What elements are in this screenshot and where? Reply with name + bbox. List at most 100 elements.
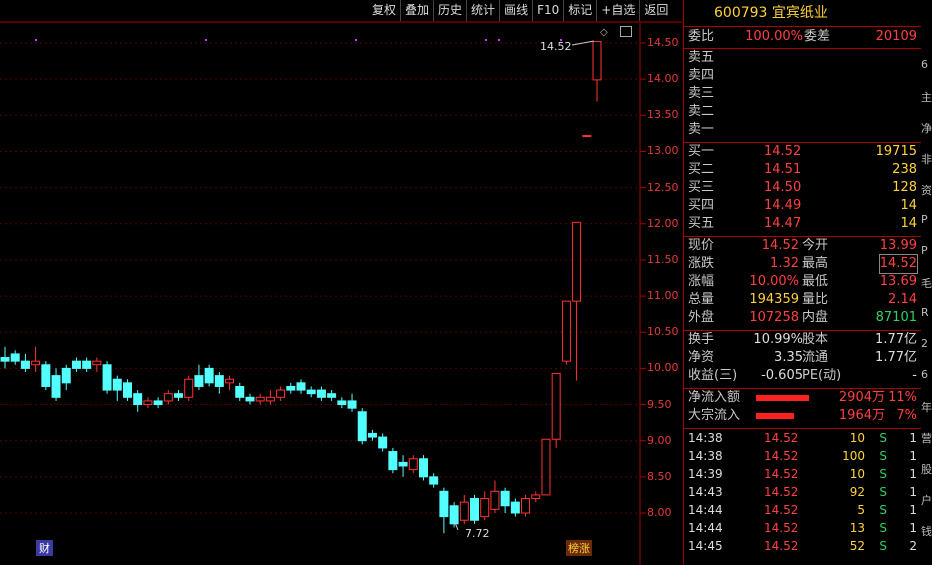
candle-body (194, 375, 204, 387)
price-axis-label: 10.50 (647, 325, 679, 339)
edge-fragment: 非 (921, 153, 932, 166)
candle-body (174, 393, 184, 398)
candle-body (500, 490, 510, 507)
sell-level-label: 卖五 (688, 50, 715, 65)
toolbar-mark-button[interactable]: 标记 (563, 0, 596, 21)
tick-row[interactable]: 14:44 14.52 13 S 1 (684, 519, 921, 537)
edge-fragment: 2 (921, 337, 928, 350)
tick-list[interactable]: 14:38 14.52 10 S 1 14:38 14.52 100 S 1 14:39 14.52 1… (684, 429, 921, 555)
stat-label: 最高 (802, 256, 829, 271)
stat-value: 2.14 (888, 292, 917, 307)
candle-body (102, 364, 112, 391)
candle-body (245, 396, 255, 402)
diamond-icon[interactable]: ◇ (600, 27, 608, 38)
flow-bar (756, 413, 794, 419)
tick-time: 14:38 (688, 449, 723, 463)
price-axis-label: 9.00 (647, 433, 672, 447)
candle-body (51, 375, 61, 398)
candle-body (255, 396, 265, 402)
candle-body (388, 451, 398, 471)
stat-value: 87101 (875, 310, 917, 325)
fundamental-label: 股本 (802, 332, 829, 347)
flow-percent: 11% (888, 390, 917, 405)
candlestick-chart[interactable] (0, 0, 682, 565)
candle-body (31, 360, 41, 366)
buy-level-label: 买三 (688, 180, 715, 195)
buy-level-row: 买四 14.49 14 (684, 197, 921, 215)
candle-body (357, 411, 367, 442)
price-axis-label: 8.50 (647, 469, 672, 483)
toolbar-stats-button[interactable]: 统计 (466, 0, 499, 21)
panel-toggle-icon[interactable] (620, 26, 632, 37)
tick-price: 14.52 (764, 485, 799, 499)
fundamental-label: 收益(三) (688, 368, 738, 383)
tick-row[interactable]: 14:44 14.52 5 S 1 (684, 501, 921, 519)
candle-body (296, 382, 306, 391)
flow-label: 净流入额 (688, 390, 741, 405)
fundamental-value: 1.77亿 (875, 350, 917, 365)
sell-level-label: 卖一 (688, 122, 715, 137)
tick-time: 14:44 (688, 503, 723, 517)
candle-body (572, 221, 582, 302)
weibi-label: 委比 (688, 29, 715, 44)
candle-body (429, 476, 439, 485)
stat-value: 107258 (749, 310, 799, 325)
toolbar-history-button[interactable]: 历史 (433, 0, 466, 21)
marker-dot (498, 39, 500, 41)
stat-value: 10.00% (749, 274, 799, 289)
stat-label: 最低 (802, 274, 829, 289)
tick-row[interactable]: 14:43 14.52 92 S 1 (684, 483, 921, 501)
tick-row[interactable]: 14:39 14.52 10 S 1 (684, 465, 921, 483)
fundamental-value: 1.77亿 (875, 332, 917, 347)
fundamental-value: -0.605 (761, 368, 803, 383)
tick-count: 2 (909, 539, 917, 553)
buy-level-volume: 128 (892, 180, 917, 195)
limit-up-badge[interactable]: 榜涨 (566, 540, 592, 556)
toolbar-overlay-button[interactable]: 叠加 (400, 0, 433, 21)
finance-event-badge[interactable]: 财 (36, 540, 53, 556)
kline-chart-area[interactable]: 复权 叠加 历史 统计 画线 F10 标记 +自选 返回 14.50 14.00 1… (0, 0, 682, 565)
tick-count: 1 (909, 521, 917, 535)
tick-count: 1 (909, 467, 917, 481)
fundamental-label: 流通 (802, 350, 829, 365)
sell-level-row: 卖二 (684, 103, 921, 121)
stat-label: 涨幅 (688, 274, 715, 289)
fundamental-row: 收益(三) -0.605 PE(动) - (684, 367, 921, 385)
tick-volume: 13 (849, 521, 865, 535)
tick-count: 1 (909, 503, 917, 517)
candle-body (418, 458, 428, 478)
candle-body (82, 360, 92, 369)
toolbar-add-watchlist-button[interactable]: +自选 (596, 0, 639, 21)
stat-row: 涨幅 10.00% 最低 13.69 (684, 273, 921, 291)
high-price-label: 14.52 (540, 40, 572, 53)
tick-row[interactable]: 14:38 14.52 100 S 1 (684, 447, 921, 465)
toolbar-draw-button[interactable]: 画线 (499, 0, 532, 21)
tick-volume: 52 (849, 539, 865, 553)
toolbar-f10-button[interactable]: F10 (532, 0, 563, 21)
stat-row: 现价 14.52 今开 13.99 (684, 237, 921, 255)
tick-row[interactable]: 14:45 14.52 52 S 2 (684, 537, 921, 555)
stat-label: 内盘 (802, 310, 829, 325)
tick-row[interactable]: 14:38 14.52 10 S 1 (684, 429, 921, 447)
edge-fragment: P (921, 213, 928, 226)
tick-count: 1 (909, 485, 917, 499)
candle-body (561, 300, 571, 362)
buy-level-price: 14.51 (764, 162, 802, 177)
edge-fragment: 主 (921, 91, 932, 104)
chart-toolbar: 复权 叠加 历史 统计 画线 F10 标记 +自选 返回 (368, 0, 672, 22)
toolbar-fuquan-button[interactable]: 复权 (368, 0, 400, 21)
candle-body (133, 393, 143, 406)
candle-body (316, 389, 326, 398)
candle-body (408, 458, 418, 471)
candle-body (235, 385, 245, 398)
tick-side: S (879, 449, 887, 463)
candle-body (163, 393, 173, 402)
toolbar-back-button[interactable]: 返回 (639, 0, 672, 21)
flow-value: 1964万 (838, 408, 885, 423)
buy-level-price: 14.47 (764, 216, 802, 231)
flow-label: 大宗流入 (688, 408, 741, 423)
price-axis-label: 12.00 (647, 216, 679, 230)
candle-body (10, 353, 20, 362)
stat-row: 外盘 107258 内盘 87101 (684, 309, 921, 327)
tick-volume: 5 (857, 503, 865, 517)
